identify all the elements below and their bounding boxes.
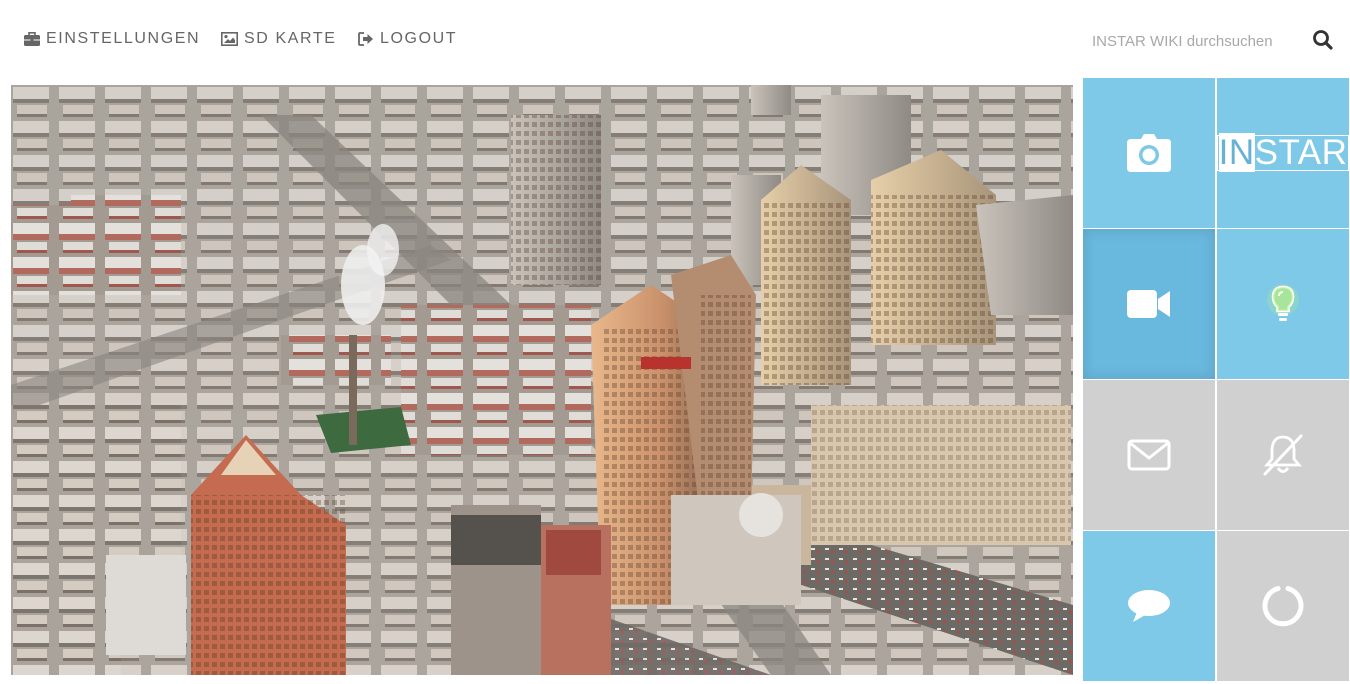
- message-tile[interactable]: [1083, 531, 1215, 681]
- circle-notch-icon: [1262, 586, 1304, 627]
- top-navigation: EINSTELLUNGEN SD KARTE LOGOUT: [0, 0, 1350, 78]
- ir-led-tile[interactable]: [1217, 229, 1349, 379]
- email-alarm-tile[interactable]: [1083, 380, 1215, 530]
- wiki-search-input[interactable]: [1090, 27, 1299, 55]
- nav-logout-label: LOGOUT: [380, 30, 458, 47]
- nav-settings-link[interactable]: EINSTELLUNGEN: [24, 28, 200, 50]
- live-video-stream[interactable]: [11, 85, 1073, 675]
- briefcase-icon: [24, 32, 40, 46]
- nav-logout-link[interactable]: LOGOUT: [358, 28, 457, 50]
- brand-tile[interactable]: INSTAR: [1216, 78, 1350, 228]
- camera-icon: [1127, 134, 1171, 172]
- search-icon: [1313, 30, 1333, 50]
- envelope-icon: [1127, 439, 1171, 471]
- image-icon: [221, 32, 238, 46]
- logo-rest: STAR: [1254, 133, 1348, 172]
- aerial-city-image: [11, 85, 1073, 675]
- sign-out-icon: [358, 32, 373, 46]
- bell-slash-icon: [1263, 434, 1303, 476]
- instar-logo: INSTAR: [1216, 133, 1350, 172]
- loading-tile[interactable]: [1217, 531, 1349, 681]
- snapshot-tile[interactable]: [1083, 78, 1215, 228]
- lightbulb-icon: [1267, 284, 1299, 321]
- nav-sdcard-link[interactable]: SD KARTE: [221, 28, 337, 50]
- nav-settings-label: EINSTELLUNGEN: [46, 30, 201, 47]
- alarm-disabled-tile[interactable]: [1217, 380, 1349, 530]
- nav-sdcard-label: SD KARTE: [244, 30, 337, 47]
- video-camera-icon: [1127, 290, 1170, 318]
- record-video-tile[interactable]: [1083, 229, 1215, 379]
- search-button[interactable]: [1310, 27, 1336, 53]
- chat-bubble-icon: [1128, 590, 1170, 622]
- logo-highlight: IN: [1218, 133, 1255, 172]
